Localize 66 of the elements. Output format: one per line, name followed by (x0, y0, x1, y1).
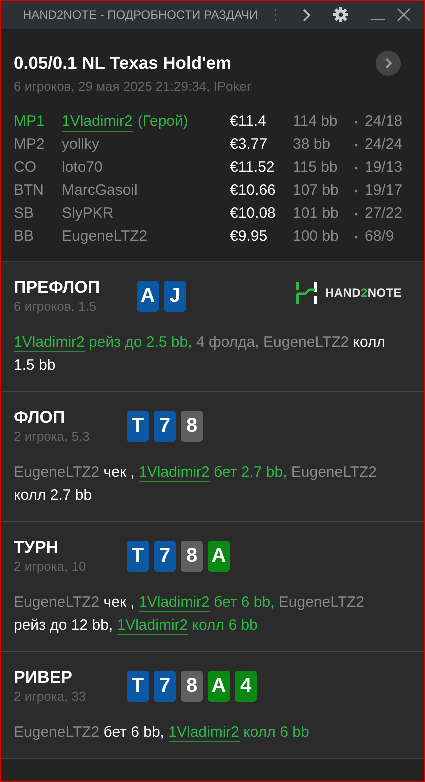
playing-card: T (127, 410, 149, 442)
stack-bb: 114 bb (293, 112, 339, 132)
stack-bb: 107 bb (293, 181, 340, 201)
playing-card: A (137, 280, 159, 312)
playing-card: A (208, 670, 230, 702)
hero-label: (Герой) (138, 112, 188, 132)
logo-wordmark: HAND2NOTE (326, 284, 402, 302)
hand-subtitle: 6 игроков, 29 мая 2025 21:29:34, IPoker (14, 78, 252, 96)
playing-card: A (208, 540, 230, 572)
playing-card: 4 (235, 670, 257, 702)
street-name: РИВЕР (14, 668, 74, 688)
stack-amount: €11.4 (230, 112, 268, 132)
action-line: 1Vladimir2 рейз до 2.5 bb, 4 фолда, EugeneLTZ2 колл 1.5 bb (14, 332, 387, 376)
stack-amount: €3.77 (230, 135, 269, 155)
player-stats: 19/13 (365, 158, 403, 178)
player-name: MarcGasoil (62, 181, 138, 201)
seat-position: MP1 (14, 112, 46, 132)
stack-amount: €11.52 (230, 158, 276, 178)
playing-card: 7 (154, 540, 176, 572)
playing-card: T (127, 540, 149, 572)
stack-amount: €10.08 (230, 204, 277, 224)
action-line: EugeneLTZ2 чек , 1Vladimir2 бет 2.7 bb, EugeneLTZ2 колл 2.7 bb (14, 462, 378, 506)
stack-bb: 100 bb (293, 227, 340, 247)
player-stats: 24/24 (365, 135, 403, 155)
player-link[interactable]: 1Vladimir2 (14, 334, 85, 352)
street-name: ТУРН (14, 538, 60, 558)
playing-card: 8 (181, 410, 203, 442)
stack-bb: 38 bb (293, 135, 332, 155)
player-link[interactable]: 1Vladimir2 (139, 594, 210, 612)
seat-position: BTN (14, 181, 45, 201)
action-line: EugeneLTZ2 бет 6 bb, 1Vladimir2 колл 6 bb (14, 722, 310, 744)
playing-card: 8 (181, 670, 203, 702)
player-link[interactable]: 1Vladimir2 (139, 464, 210, 482)
seat-position: BB (14, 227, 36, 247)
street-name: ПРЕФЛОП (14, 278, 102, 298)
playing-card: 8 (181, 540, 203, 572)
playing-card: J (164, 280, 186, 312)
stack-bb: 115 bb (293, 158, 339, 178)
stack-bb: 101 bb (293, 204, 340, 224)
street-info: 2 игрока, 33 (14, 688, 88, 706)
player-link[interactable]: 1Vladimir2 (117, 616, 188, 635)
player-stats: 27/22 (365, 204, 403, 224)
player-name: EugeneLTZ2 (62, 227, 148, 247)
player-name: yollky (62, 135, 100, 155)
player-name: loto70 (62, 158, 103, 178)
player-name: SlyPKR (62, 204, 114, 224)
street-name: ФЛОП (14, 408, 66, 428)
player-stats: 68/9 (365, 227, 394, 247)
street-info: 6 игроков, 1.5 (14, 298, 98, 316)
seat-position: SB (14, 204, 36, 224)
playing-card: 7 (154, 670, 176, 702)
player-stats: 19/17 (365, 181, 403, 201)
player-stats: 24/18 (365, 112, 403, 132)
playing-card: T (127, 670, 149, 702)
stack-amount: €9.95 (230, 227, 269, 247)
stack-amount: €10.66 (230, 181, 277, 201)
playing-card: 7 (154, 410, 176, 442)
hand-title: 0.05/0.1 NL Texas Hold'em (14, 52, 232, 75)
street-info: 2 игрока, 10 (14, 558, 88, 576)
street-info: 2 игрока, 5.3 (14, 428, 91, 446)
window-title: HAND2NOTE - ПОДРОБНОСТИ РАЗДАЧИ (23, 7, 258, 24)
player-link[interactable]: 1Vladimir2 (168, 724, 240, 742)
seat-position: CO (14, 158, 38, 178)
seat-position: MP2 (14, 135, 46, 155)
player-name[interactable]: 1Vladimir2 (62, 112, 133, 132)
action-line: EugeneLTZ2 чек , 1Vladimir2 бет 6 bb, EugeneLTZ2 рейз до 12 bb, 1Vladimir2 колл 6 bb (14, 592, 366, 637)
